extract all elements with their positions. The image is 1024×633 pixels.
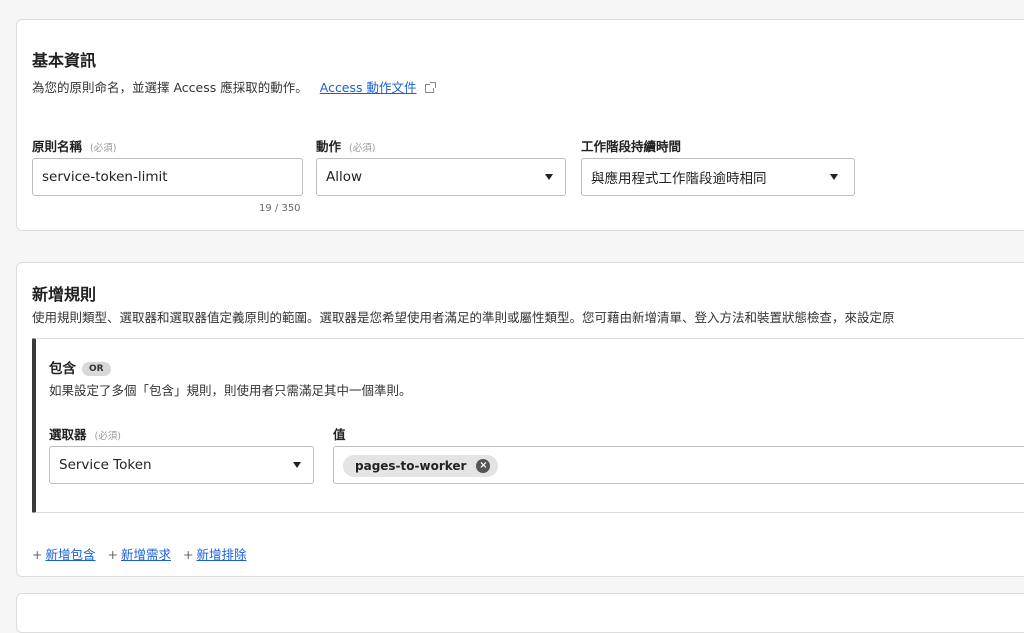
session-duration-select[interactable]: 與應用程式工作階段逾時相同 bbox=[581, 158, 855, 196]
chevron-down-icon bbox=[830, 174, 838, 180]
basic-info-card: 基本資訊 為您的原則命名，並選擇 Access 應採取的動作。 Access 動… bbox=[16, 19, 1024, 231]
add-include-link[interactable]: 新增包含 bbox=[45, 547, 95, 562]
selector-select[interactable]: Service Token bbox=[49, 446, 314, 484]
include-description: 如果設定了多個「包含」規則，則使用者只需滿足其中一個準則。 bbox=[49, 383, 412, 398]
selector-label-text: 選取器 bbox=[49, 427, 87, 442]
access-doc-link[interactable]: Access 動作文件 bbox=[320, 80, 417, 95]
include-header: 包含 OR bbox=[49, 357, 111, 378]
add-exclude-link[interactable]: 新增排除 bbox=[196, 547, 246, 562]
plus-icon: + bbox=[32, 547, 43, 562]
selector-select-value: Service Token bbox=[59, 457, 152, 473]
policy-name-value: service-token-limit bbox=[42, 169, 168, 185]
plus-icon: + bbox=[107, 547, 118, 562]
plus-icon: + bbox=[182, 547, 194, 562]
add-rules-card: 新增規則 使用規則類型、選取器和選取器值定義原則的範圍。選取器是您希望使用者滿足… bbox=[16, 262, 1024, 577]
policy-name-char-counter: 19 / 350 bbox=[259, 203, 301, 214]
or-badge: OR bbox=[82, 362, 111, 376]
required-marker: (必須) bbox=[349, 143, 376, 154]
session-duration-value: 與應用程式工作階段逾時相同 bbox=[591, 171, 767, 187]
action-label: 動作 (必須) bbox=[316, 136, 375, 155]
selector-label: 選取器 (必須) bbox=[49, 424, 121, 443]
add-rule-links: + 新增包含 + 新增需求 + 新增排除 bbox=[32, 544, 254, 563]
basic-info-description: 為您的原則命名，並選擇 Access 應採取的動作。 Access 動作文件 bbox=[32, 77, 437, 96]
policy-name-label-text: 原則名稱 bbox=[32, 139, 83, 154]
add-require-link[interactable]: 新增需求 bbox=[121, 547, 171, 562]
include-rule-group: 包含 OR 如果設定了多個「包含」規則，則使用者只需滿足其中一個準則。 選取器 (必… bbox=[32, 338, 1024, 513]
action-label-text: 動作 bbox=[316, 139, 342, 154]
chip-label: pages-to-worker bbox=[355, 459, 467, 473]
basic-info-desc-text: 為您的原則命名，並選擇 Access 應採取的動作。 bbox=[32, 80, 308, 95]
required-marker: (必須) bbox=[94, 431, 121, 442]
required-marker: (必須) bbox=[90, 143, 117, 154]
add-rules-description: 使用規則類型、選取器和選取器值定義原則的範圍。選取器是您希望使用者滿足的準則或屬… bbox=[32, 310, 895, 325]
action-select-value: Allow bbox=[326, 169, 363, 185]
chevron-down-icon bbox=[545, 174, 553, 180]
policy-name-label: 原則名稱 (必須) bbox=[32, 136, 116, 155]
next-section-card bbox=[16, 593, 1024, 633]
value-chip: pages-to-worker × bbox=[343, 455, 499, 477]
close-icon[interactable]: × bbox=[476, 459, 491, 473]
include-title: 包含 bbox=[49, 361, 76, 377]
value-label: 值 bbox=[333, 427, 346, 442]
add-rules-title: 新增規則 bbox=[32, 285, 97, 304]
session-duration-label: 工作階段持續時間 bbox=[581, 139, 682, 154]
policy-name-input[interactable]: service-token-limit bbox=[32, 158, 303, 196]
chevron-down-icon bbox=[293, 462, 301, 468]
basic-info-title: 基本資訊 bbox=[32, 51, 97, 70]
external-link-icon bbox=[425, 82, 437, 93]
action-select[interactable]: Allow bbox=[316, 158, 566, 196]
value-input[interactable]: pages-to-worker × bbox=[333, 446, 1024, 484]
